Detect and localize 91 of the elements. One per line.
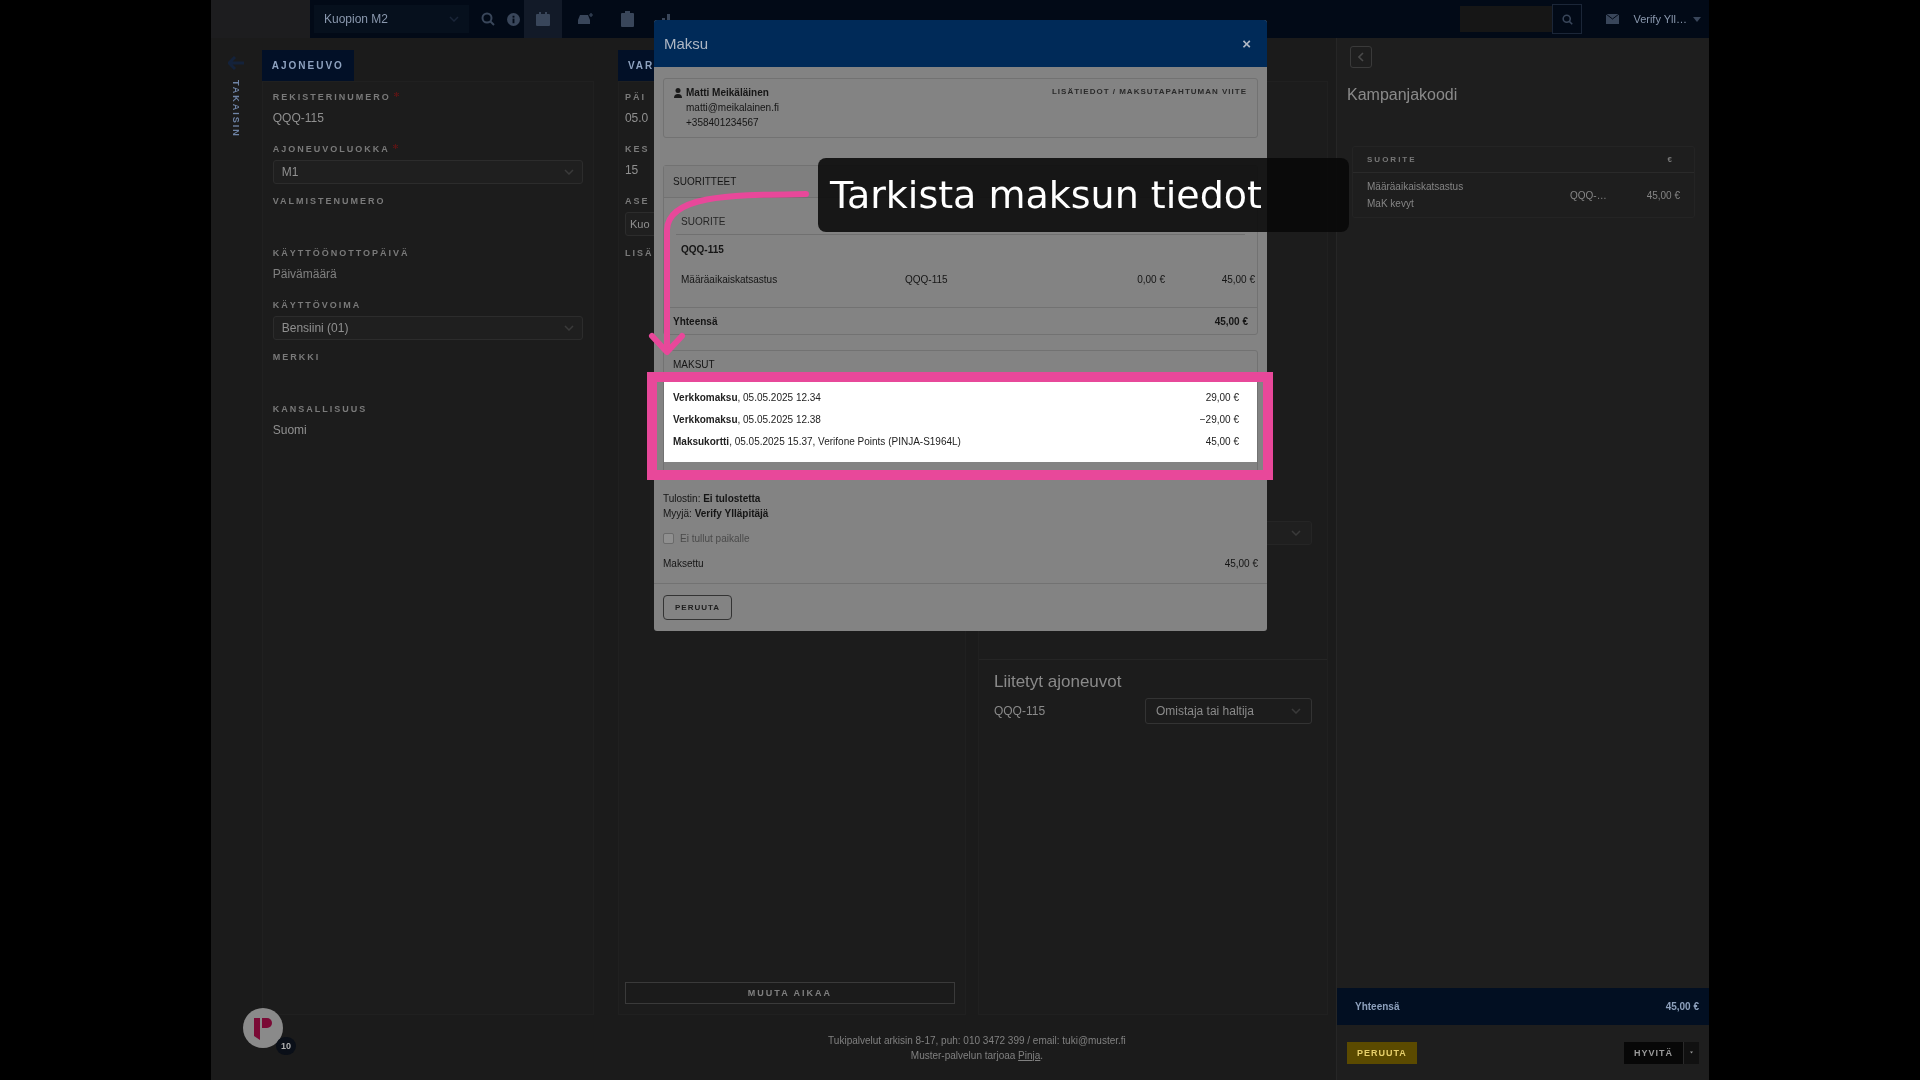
- group-label: QQQ-115: [681, 243, 724, 255]
- paid-label: Maksettu: [663, 558, 704, 569]
- required-icon: [392, 144, 398, 149]
- chevron-left-icon: [1358, 52, 1364, 62]
- customer-phone: +358401234567: [685, 117, 760, 128]
- person-icon: [674, 87, 682, 98]
- field-label: REKISTERINUMERO: [272, 92, 399, 102]
- role-select[interactable]: Omistaja tai haltija: [1144, 698, 1312, 724]
- cancel-button[interactable]: PERUUTA: [663, 595, 733, 620]
- provider-text: Muster-palvelun tarjoaa Pinja.: [910, 1049, 1044, 1061]
- search-icon[interactable]: [481, 12, 495, 26]
- field-label: MERKKI: [272, 352, 321, 362]
- field-label: KÄYTTÖÖNOTTOPÄIVÄ: [272, 248, 410, 258]
- payment-amount: 29,00 €: [1205, 391, 1239, 403]
- calendar-icon: [535, 11, 551, 27]
- table-cell-text: 45,00 €: [1220, 273, 1255, 285]
- field-value: QQQ-115: [272, 110, 324, 127]
- car-icon: [576, 12, 594, 26]
- price-cell-text: 45,00 €: [1645, 189, 1680, 201]
- table-cell-text: 0,00 €: [1136, 273, 1165, 285]
- column-header: SUORITE: [681, 215, 727, 227]
- field-label: PÄI: [624, 92, 646, 102]
- mail-icon[interactable]: [1606, 14, 1620, 24]
- clipboard-icon: [620, 11, 634, 27]
- vehicle-plate: QQQ-115: [993, 704, 1046, 718]
- payment-text: Maksukortti, 05.05.2025 15.37, Verifone Points (PINJA-S1964L): [673, 435, 961, 447]
- cancel-button[interactable]: PERUUTA: [1347, 1041, 1417, 1064]
- nav-tab[interactable]: [524, 0, 562, 38]
- field-value: 15: [624, 162, 639, 179]
- column-header: SUORITE: [1367, 155, 1417, 164]
- user-menu[interactable]: Verify Yll…: [1633, 13, 1701, 25]
- total-label: Yhteensä: [673, 315, 718, 327]
- chevron-down-icon: [563, 169, 574, 175]
- chevron-down-icon: [563, 325, 574, 331]
- input-field[interactable]: Päivämäärä: [272, 264, 428, 284]
- section-title: SUORITTEET: [673, 176, 737, 187]
- info-icon[interactable]: [507, 12, 520, 26]
- select-field[interactable]: Bensiini (01): [272, 316, 583, 340]
- back-link[interactable]: TAKAISIN: [231, 80, 242, 138]
- field-label: KES: [624, 144, 650, 154]
- total-value: 45,00 €: [1665, 1001, 1699, 1012]
- field-label: AJONEUVOLUOKKA: [272, 144, 398, 154]
- customer-name: Matti Meikäläinen: [686, 87, 769, 98]
- search-field[interactable]: [1460, 6, 1553, 32]
- chevron-down-icon: [1290, 530, 1301, 536]
- total-label: Yhteensä: [1355, 1001, 1400, 1012]
- support-text: Tukipalvelut arkisin 8-17, puh: 010 3472 399 / email: tuki@muster.fi: [828, 1034, 1126, 1046]
- printer-text: Tulostin: Ei tulostetta: [663, 493, 762, 504]
- dropdown-toggle[interactable]: [1683, 1041, 1699, 1064]
- field-label: LISÄ: [624, 248, 654, 258]
- close-button[interactable]: ×: [1236, 34, 1257, 53]
- service-detail: MaK kevyt: [1367, 198, 1414, 209]
- payment-text: Verkkomaksu, 05.05.2025 12.38: [673, 413, 821, 425]
- dialog-title: Maksu: [664, 35, 709, 52]
- required-icon: [393, 92, 399, 97]
- paid-value: 45,00 €: [1224, 558, 1258, 569]
- table-cell-text: QQQ-115: [905, 273, 949, 285]
- search-icon: [1561, 13, 1573, 25]
- column-header: €: [1667, 155, 1674, 164]
- caret-icon: [449, 16, 459, 22]
- tooltip-callout: Tarkista maksun tiedot: [818, 158, 1349, 232]
- chevron-down-icon: [1290, 708, 1301, 714]
- back-arrow-icon[interactable]: [228, 56, 245, 70]
- payment-amount: −29,00 €: [1199, 413, 1239, 425]
- section-tab[interactable]: AJONEUVO: [261, 50, 354, 81]
- location-select[interactable]: Kuopion M2: [314, 5, 469, 33]
- section-title: Liitetyt ajoneuvot: [993, 672, 1123, 692]
- service-name: Määräaikaiskatsastus: [1367, 181, 1464, 192]
- customer-email: matti@meikalainen.fi: [685, 102, 779, 113]
- seller-text: Myyjä: Verify Ylläpitäjä: [663, 508, 770, 519]
- field-label: KANSALLISUUS: [272, 404, 368, 414]
- field-label: VALMISTENUMERO: [272, 196, 386, 206]
- payment-amount: 45,00 €: [1205, 435, 1239, 447]
- caret-icon: [1693, 16, 1701, 22]
- total-value: 45,00 €: [1214, 315, 1248, 327]
- back-button[interactable]: [1350, 46, 1372, 68]
- reference-label: LISÄTIEDOT / MAKSUTAPAHTUMAN VIITE: [1051, 87, 1247, 98]
- field-label: ASE: [624, 196, 650, 206]
- refund-button[interactable]: HYVITÄ: [1624, 1041, 1683, 1064]
- field-label: KÄYTTÖVOIMA: [272, 300, 362, 310]
- logo-icon: [254, 1016, 272, 1040]
- panel-title: Kampanjakoodi: [1347, 86, 1459, 104]
- field-value: 05.0: [624, 110, 649, 127]
- payment-text: Verkkomaksu, 05.05.2025 12.34: [673, 391, 821, 403]
- search-button[interactable]: [1552, 4, 1583, 34]
- table-cell-text: Määräaikaiskatsastus: [681, 273, 779, 285]
- vehicle-cell-text: QQQ-…: [1570, 189, 1608, 201]
- select-field[interactable]: M1: [272, 160, 583, 184]
- section-title: MAKSUT: [673, 358, 715, 370]
- field-value: Suomi: [272, 422, 307, 439]
- change-time-button[interactable]: MUUTA AIKAA: [624, 982, 955, 1004]
